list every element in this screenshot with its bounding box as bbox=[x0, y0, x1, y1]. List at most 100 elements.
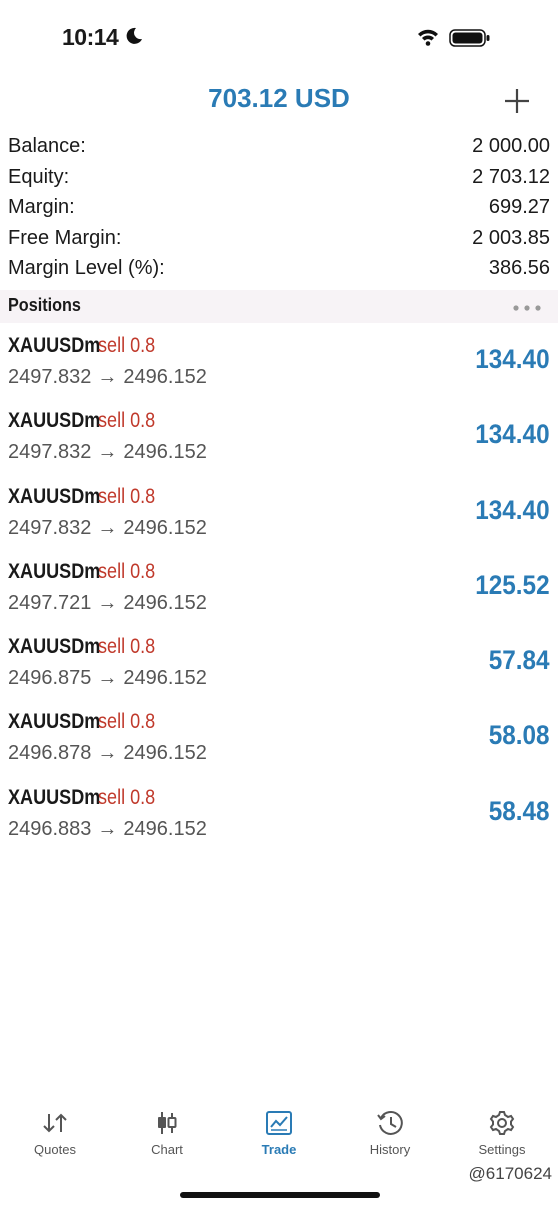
gear-icon bbox=[489, 1111, 515, 1135]
margin-label: Margin: bbox=[8, 196, 75, 218]
position-prices: 2497.832 → 2496.152 bbox=[8, 517, 207, 540]
open-price: 2496.875 bbox=[8, 667, 92, 690]
position-side: sell 0.8 bbox=[98, 635, 156, 659]
margin-level-value: 386.56 bbox=[488, 257, 550, 279]
tab-settings[interactable]: Settings bbox=[452, 1100, 552, 1170]
open-price: 2497.832 bbox=[8, 441, 92, 464]
positions-list: XAUUSDm sell 0.8 2497.832 → 2496.152 134.4… bbox=[0, 330, 558, 857]
position-row[interactable]: XAUUSDm sell 0.8 2497.832 → 2496.152 134.4… bbox=[0, 481, 558, 556]
arrow-right-icon: → bbox=[97, 667, 118, 690]
open-price: 2497.832 bbox=[8, 366, 92, 388]
tab-label: History bbox=[369, 1142, 411, 1157]
status-time: 10:14 bbox=[62, 24, 119, 50]
battery-icon bbox=[449, 29, 490, 47]
balance-row: Balance: 2 000.00 bbox=[0, 132, 558, 163]
free-margin-row: Free Margin: 2 003.85 bbox=[0, 224, 558, 255]
open-price: 2497.721 bbox=[8, 591, 92, 614]
wifi-icon bbox=[418, 29, 438, 46]
arrow-right-icon: → bbox=[97, 817, 118, 840]
position-symbol: XAUUSDm bbox=[8, 635, 101, 659]
account-equity-title: 703.12 USD bbox=[208, 83, 350, 113]
watermark-text: @6170624 bbox=[468, 1164, 552, 1183]
tab-label: Chart bbox=[151, 1142, 183, 1157]
quotes-arrows-icon bbox=[43, 1113, 67, 1133]
current-price: 2496.152 bbox=[123, 817, 207, 840]
home-indicator[interactable] bbox=[180, 1192, 380, 1198]
position-profit: 134.40 bbox=[475, 344, 550, 374]
position-symbol: XAUUSDm bbox=[8, 334, 101, 357]
positions-section-header: Positions bbox=[0, 290, 558, 323]
position-prices: 2497.721 → 2496.152 bbox=[8, 592, 207, 615]
moon-icon bbox=[126, 27, 142, 44]
tab-quotes[interactable]: Quotes bbox=[5, 1100, 105, 1170]
position-profit: 134.40 bbox=[475, 494, 550, 525]
equity-row: Equity: 2 703.12 bbox=[0, 163, 558, 194]
open-price: 2497.832 bbox=[8, 516, 92, 539]
arrow-right-icon: → bbox=[97, 742, 118, 765]
position-prices: 2496.878 → 2496.152 bbox=[8, 742, 207, 765]
current-price: 2496.152 bbox=[123, 441, 207, 464]
position-prices: 2497.832 → 2496.152 bbox=[8, 366, 207, 389]
position-symbol: XAUUSDm bbox=[8, 484, 101, 508]
more-options-icon[interactable] bbox=[511, 303, 543, 313]
equity-label: Equity: bbox=[8, 165, 70, 188]
position-prices: 2497.832 → 2496.152 bbox=[8, 441, 207, 464]
position-side: sell 0.8 bbox=[98, 559, 156, 583]
position-row[interactable]: XAUUSDm sell 0.8 2497.832 → 2496.152 134.4… bbox=[0, 405, 558, 480]
tab-label: Quotes bbox=[34, 1142, 76, 1157]
position-row[interactable]: XAUUSDm sell 0.8 2496.875 → 2496.152 57.84 bbox=[0, 631, 558, 706]
position-symbol: XAUUSDm bbox=[8, 785, 101, 809]
tab-label: Settings bbox=[478, 1142, 526, 1157]
tab-chart[interactable]: Chart bbox=[117, 1100, 217, 1170]
position-symbol: XAUUSDm bbox=[8, 559, 101, 583]
status-bar: 10:14 bbox=[0, 0, 558, 72]
position-side: sell 0.8 bbox=[98, 710, 156, 734]
position-prices: 2496.875 → 2496.152 bbox=[8, 667, 207, 690]
position-row[interactable]: XAUUSDm sell 0.8 2496.878 → 2496.152 58.08 bbox=[0, 706, 558, 781]
free-margin-value: 2 003.85 bbox=[472, 226, 550, 249]
arrow-right-icon: → bbox=[97, 441, 118, 464]
tab-history[interactable]: History bbox=[340, 1100, 440, 1170]
equity-value: 2 703.12 bbox=[472, 165, 550, 188]
margin-value: 699.27 bbox=[488, 196, 550, 218]
position-side: sell 0.8 bbox=[98, 409, 156, 433]
position-side: sell 0.8 bbox=[98, 785, 156, 809]
position-prices: 2496.883 → 2496.152 bbox=[8, 818, 207, 841]
position-row[interactable]: XAUUSDm sell 0.8 2497.721 → 2496.152 125.5… bbox=[0, 556, 558, 631]
free-margin-label: Free Margin: bbox=[8, 226, 122, 249]
position-side: sell 0.8 bbox=[98, 334, 156, 357]
position-side: sell 0.8 bbox=[98, 484, 156, 508]
position-row[interactable]: XAUUSDm sell 0.8 2496.883 → 2496.152 58.48 bbox=[0, 782, 558, 857]
current-price: 2496.152 bbox=[123, 516, 207, 539]
arrow-right-icon: → bbox=[97, 366, 118, 388]
position-profit: 134.40 bbox=[475, 419, 550, 450]
current-price: 2496.152 bbox=[123, 366, 207, 388]
current-price: 2496.152 bbox=[123, 591, 207, 614]
add-order-button[interactable] bbox=[500, 84, 534, 118]
open-price: 2496.878 bbox=[8, 742, 92, 765]
arrow-right-icon: → bbox=[97, 516, 118, 539]
history-clock-icon bbox=[377, 1111, 403, 1135]
position-symbol: XAUUSDm bbox=[8, 710, 101, 734]
position-row[interactable]: XAUUSDm sell 0.8 2497.832 → 2496.152 134.4… bbox=[0, 330, 558, 405]
account-summary: Balance: 2 000.00 Equity: 2 703.12 Margi… bbox=[0, 132, 558, 285]
trade-chart-icon bbox=[266, 1111, 292, 1135]
header: 703.12 USD bbox=[0, 72, 558, 130]
position-profit: 57.84 bbox=[489, 645, 550, 676]
position-symbol: XAUUSDm bbox=[8, 409, 101, 433]
candlestick-icon bbox=[158, 1112, 177, 1134]
arrow-right-icon: → bbox=[97, 591, 118, 614]
tab-trade[interactable]: Trade bbox=[229, 1100, 329, 1170]
open-price: 2496.883 bbox=[8, 817, 92, 840]
tab-label: Trade bbox=[261, 1142, 297, 1157]
margin-level-label: Margin Level (%): bbox=[8, 257, 165, 279]
position-profit: 58.08 bbox=[489, 720, 550, 751]
position-profit: 58.48 bbox=[489, 795, 550, 826]
current-price: 2496.152 bbox=[123, 667, 207, 690]
position-profit: 125.52 bbox=[475, 569, 550, 600]
balance-value: 2 000.00 bbox=[472, 135, 550, 157]
margin-row: Margin: 699.27 bbox=[0, 193, 558, 224]
positions-title: Positions bbox=[8, 295, 81, 315]
balance-label: Balance: bbox=[8, 135, 86, 157]
margin-level-row: Margin Level (%): 386.56 bbox=[0, 254, 558, 285]
